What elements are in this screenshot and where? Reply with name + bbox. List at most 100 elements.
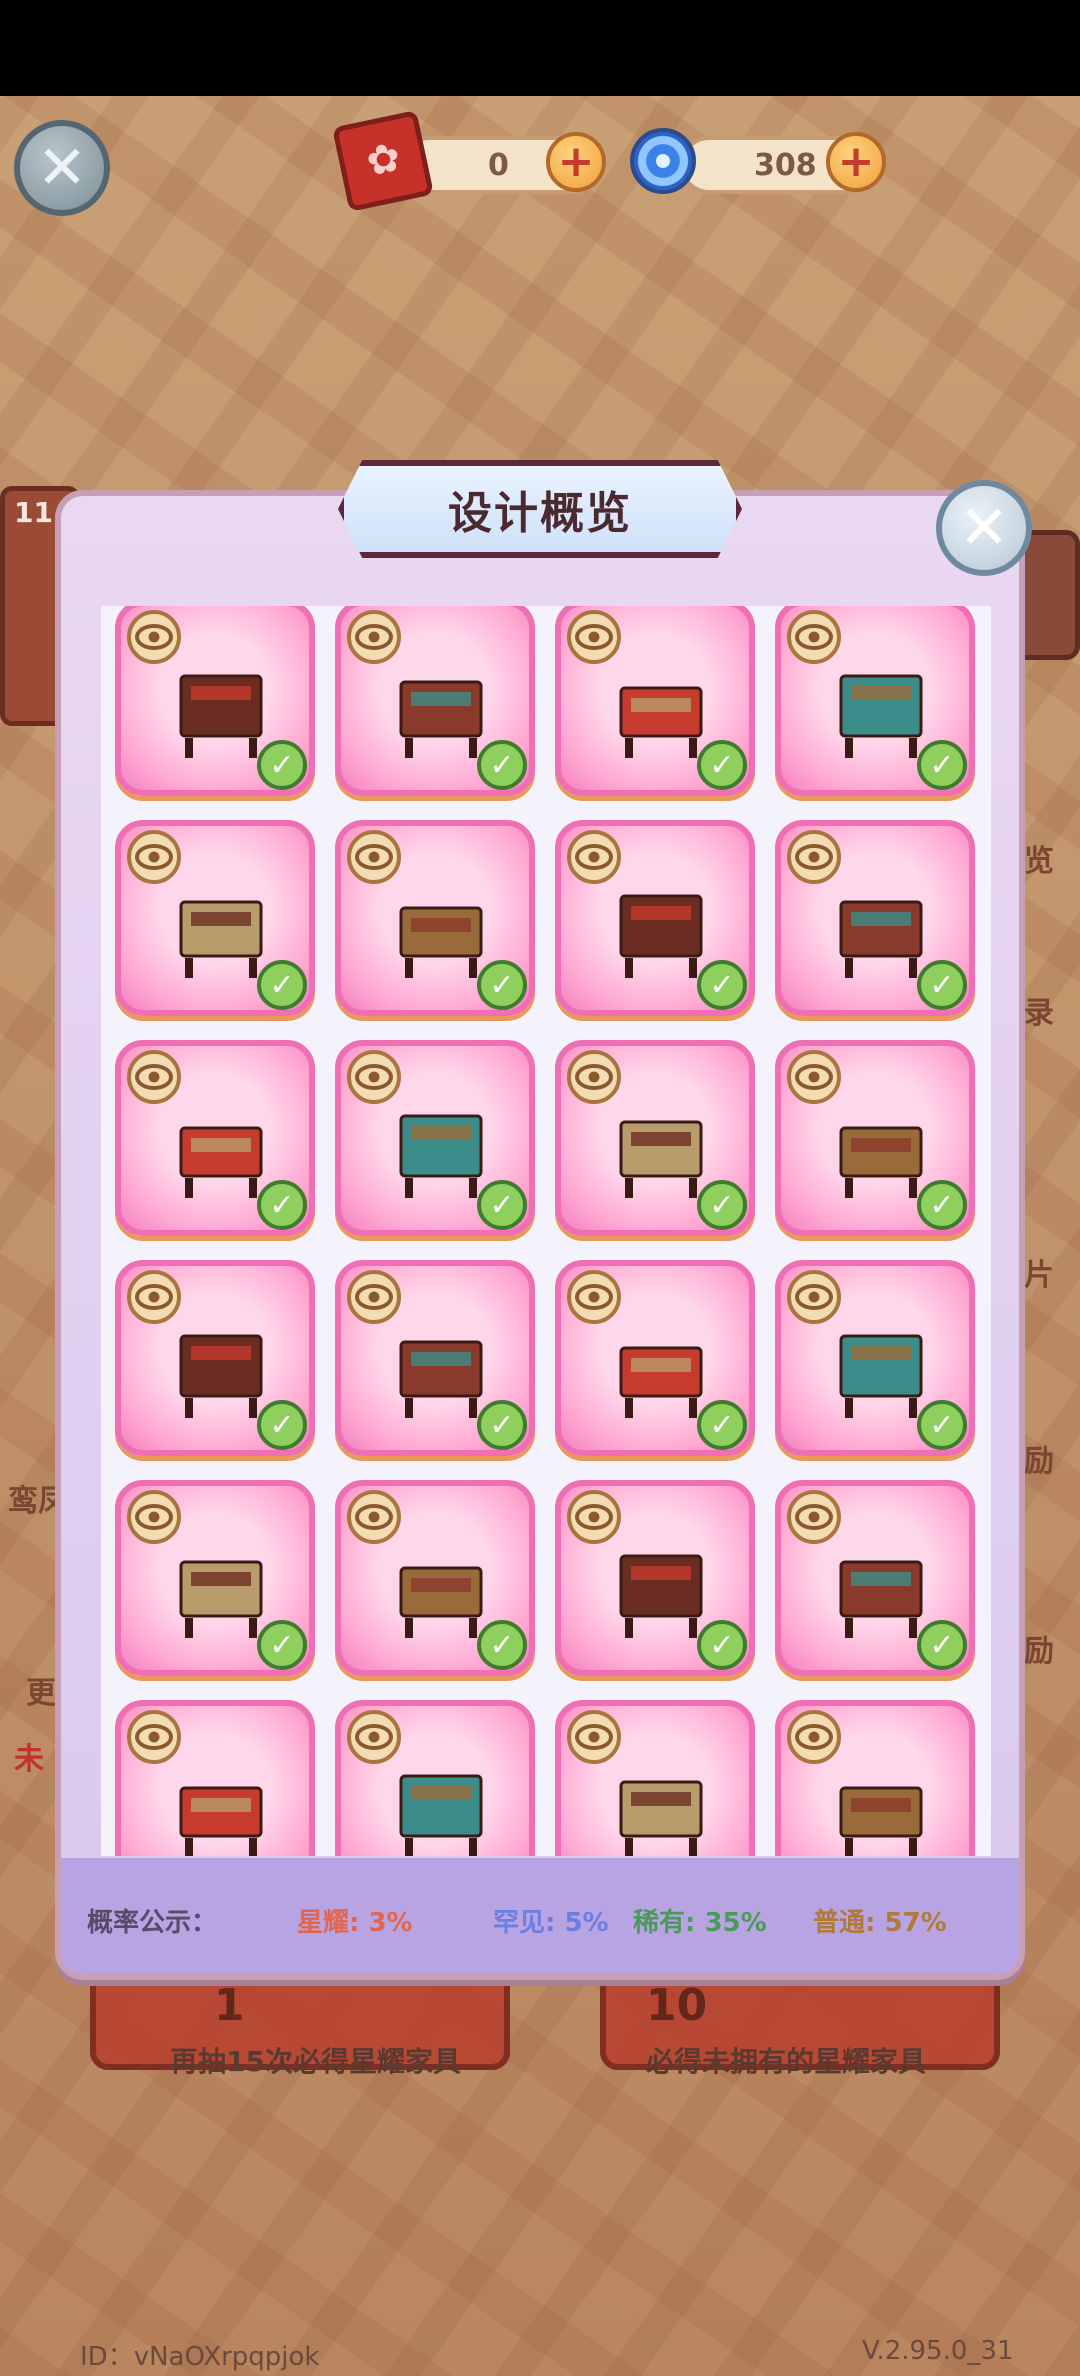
draw-once-hint: 再抽15次必得星耀家具 (170, 2045, 461, 2078)
gem-count: 308 (754, 147, 817, 183)
app-version: V.2.95.0_31 (862, 2336, 1014, 2366)
probability-label: 概率公示： (87, 1908, 218, 1938)
item-grid: ✓ ✓ ✓ ✓ ✓ ✓ ✓ ✓ ✓ ✓ ✓ ✓ ✓ ✓ ✓ ✓ ✓ ✓ ✓ ✓ (101, 606, 991, 1856)
owned-check-icon: ✓ (697, 960, 747, 1010)
furniture-card[interactable]: ✓ (555, 606, 755, 796)
background-side-label: 励 (1024, 1444, 1054, 1479)
preview-eye-icon[interactable] (347, 1050, 401, 1104)
add-ticket-button[interactable]: + (546, 132, 606, 192)
furniture-card[interactable]: ✓ (335, 1040, 535, 1236)
dialog-title-banner: 设计概览 (338, 460, 742, 558)
probability-bar: 概率公示： 星耀: 3% 罕见: 5% 稀有: 35% 普通: 57% (61, 1858, 1019, 1974)
furniture-card[interactable]: ✓ (555, 1480, 755, 1676)
background-side-label: 览 (1024, 844, 1054, 879)
furniture-card[interactable] (775, 1700, 975, 1856)
owned-check-icon: ✓ (257, 1180, 307, 1230)
furniture-thumbnail (151, 1746, 291, 1856)
preview-eye-icon[interactable] (567, 1050, 621, 1104)
gem-currency: 308 + (620, 118, 900, 208)
furniture-card[interactable]: ✓ (115, 1040, 315, 1236)
owned-check-icon: ✓ (917, 1620, 967, 1670)
preview-eye-icon[interactable] (567, 830, 621, 884)
draw-once-count: 1 (214, 1980, 245, 2031)
status-bar (0, 0, 1080, 96)
owned-check-icon: ✓ (477, 1620, 527, 1670)
owned-check-icon: ✓ (697, 1620, 747, 1670)
furniture-card[interactable] (115, 1700, 315, 1856)
preview-eye-icon[interactable] (127, 610, 181, 664)
user-id: ID：vNaOXrpqpjok (80, 2342, 320, 2372)
preview-eye-icon[interactable] (787, 830, 841, 884)
preview-eye-icon[interactable] (787, 1710, 841, 1764)
furniture-thumbnail (811, 1746, 951, 1856)
furniture-card[interactable]: ✓ (555, 1040, 755, 1236)
preview-eye-icon[interactable] (567, 1710, 621, 1764)
furniture-card[interactable]: ✓ (115, 1260, 315, 1456)
background-side-label: 录 (1024, 996, 1054, 1031)
furniture-card[interactable] (335, 1700, 535, 1856)
owned-check-icon: ✓ (917, 1400, 967, 1450)
preview-eye-icon[interactable] (347, 610, 401, 664)
furniture-card[interactable]: ✓ (555, 820, 755, 1016)
preview-eye-icon[interactable] (127, 1270, 181, 1324)
draw-ten-hint: 必得未拥有的星耀家具 (646, 2045, 927, 2078)
preview-eye-icon[interactable] (787, 1050, 841, 1104)
owned-check-icon: ✓ (257, 1620, 307, 1670)
preview-eye-icon[interactable] (787, 1490, 841, 1544)
furniture-card[interactable]: ✓ (555, 1260, 755, 1456)
preview-eye-icon[interactable] (127, 1710, 181, 1764)
furniture-card[interactable]: ✓ (115, 820, 315, 1016)
furniture-card[interactable]: ✓ (115, 606, 315, 796)
preview-eye-icon[interactable] (127, 830, 181, 884)
furniture-card[interactable]: ✓ (775, 820, 975, 1016)
owned-check-icon: ✓ (917, 960, 967, 1010)
probability-legendary: 星耀: 3% (297, 1908, 413, 1938)
owned-check-icon: ✓ (257, 1400, 307, 1450)
preview-eye-icon[interactable] (787, 1270, 841, 1324)
ticket-count: 0 (488, 147, 509, 183)
background-left-label: 更 (26, 1676, 56, 1711)
furniture-card[interactable] (555, 1700, 755, 1856)
furniture-card[interactable]: ✓ (115, 1480, 315, 1676)
owned-check-icon: ✓ (477, 1400, 527, 1450)
owned-check-icon: ✓ (257, 960, 307, 1010)
preview-eye-icon[interactable] (347, 1710, 401, 1764)
background-corner-number: 11 (14, 496, 53, 529)
furniture-card[interactable]: ✓ (775, 606, 975, 796)
furniture-card[interactable]: ✓ (775, 1480, 975, 1676)
owned-check-icon: ✓ (477, 740, 527, 790)
preview-eye-icon[interactable] (347, 1270, 401, 1324)
furniture-card[interactable]: ✓ (335, 1260, 535, 1456)
preview-eye-icon[interactable] (567, 610, 621, 664)
probability-rare: 稀有: 35% (633, 1908, 767, 1938)
probability-common: 普通: 57% (813, 1908, 947, 1938)
owned-check-icon: ✓ (697, 740, 747, 790)
furniture-card[interactable]: ✓ (335, 820, 535, 1016)
close-icon[interactable]: ✕ (14, 120, 110, 216)
preview-eye-icon[interactable] (127, 1050, 181, 1104)
design-overview-dialog: ✓ ✓ ✓ ✓ ✓ ✓ ✓ ✓ ✓ ✓ ✓ ✓ ✓ ✓ ✓ ✓ ✓ ✓ ✓ ✓ 概率公示： 星耀: 3% 罕见: 5%… (55, 490, 1025, 1980)
furniture-card[interactable]: ✓ (775, 1040, 975, 1236)
preview-eye-icon[interactable] (567, 1490, 621, 1544)
furniture-card[interactable]: ✓ (775, 1260, 975, 1456)
probability-uncommon: 罕见: 5% (493, 1908, 609, 1938)
ticket-currency: 0 + (331, 109, 620, 213)
preview-eye-icon[interactable] (787, 610, 841, 664)
item-grid-viewport[interactable]: ✓ ✓ ✓ ✓ ✓ ✓ ✓ ✓ ✓ ✓ ✓ ✓ ✓ ✓ ✓ ✓ ✓ ✓ ✓ ✓ (101, 606, 991, 1856)
owned-check-icon: ✓ (697, 1400, 747, 1450)
furniture-card[interactable]: ✓ (335, 1480, 535, 1676)
preview-eye-icon[interactable] (567, 1270, 621, 1324)
preview-eye-icon[interactable] (347, 830, 401, 884)
gem-icon (630, 128, 696, 194)
ticket-icon (331, 109, 435, 213)
add-gem-button[interactable]: + (826, 132, 886, 192)
preview-eye-icon[interactable] (347, 1490, 401, 1544)
furniture-card[interactable]: ✓ (335, 606, 535, 796)
background-side-label: 片 (1024, 1258, 1054, 1293)
owned-check-icon: ✓ (697, 1180, 747, 1230)
furniture-thumbnail (371, 1746, 511, 1856)
dialog-close-icon[interactable]: ✕ (936, 480, 1032, 576)
preview-eye-icon[interactable] (127, 1490, 181, 1544)
owned-check-icon: ✓ (477, 960, 527, 1010)
owned-check-icon: ✓ (257, 740, 307, 790)
